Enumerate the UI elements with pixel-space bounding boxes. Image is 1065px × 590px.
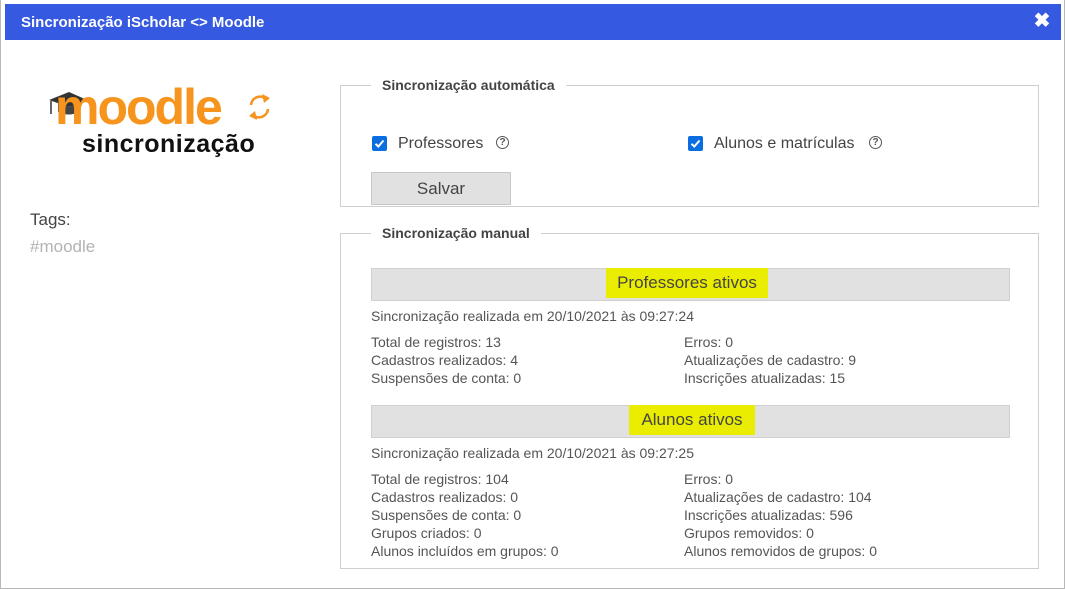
dialog-title: Sincronização iScholar <> Moodle	[21, 14, 265, 31]
help-icon[interactable]: ?	[496, 136, 509, 149]
students-sync-timestamp: Sincronização realizada em 20/10/2021 às…	[371, 445, 694, 461]
teachers-stat: Total de registros: 13	[371, 334, 501, 350]
students-stat: Erros: 0	[684, 471, 734, 487]
teachers-stat: Atualizações de cadastro: 9	[684, 352, 856, 368]
professores-label[interactable]: Professores	[398, 135, 483, 153]
help-icon[interactable]: ?	[869, 136, 882, 149]
dialog-titlebar: Sincronização iScholar <> Moodle ✖	[5, 4, 1061, 40]
manual-sync-legend: Sincronização manual	[382, 225, 530, 241]
students-stat: Grupos criados: 0	[371, 525, 482, 541]
alunos-matriculas-label[interactable]: Alunos e matrículas	[714, 135, 855, 153]
students-stat: Grupos removidos: 0	[684, 525, 814, 541]
teachers-stat: Cadastros realizados: 4	[371, 352, 519, 368]
students-stat: Alunos incluídos em grupos: 0	[371, 543, 559, 559]
students-stat: Alunos removidos de grupos: 0	[684, 543, 877, 559]
students-stat: Suspensões de conta: 0	[371, 507, 522, 523]
tag-moodle[interactable]: #moodle	[30, 237, 95, 257]
moodle-sync-logo: moodle sincronização	[47, 79, 279, 166]
sync-icon	[249, 94, 270, 120]
auto-sync-fieldset: Sincronização automática Professores ? A…	[340, 77, 1039, 207]
students-stat: Cadastros realizados: 0	[371, 489, 519, 505]
manual-sync-fieldset: Sincronização manual Professores ativos …	[340, 225, 1039, 569]
professores-checkbox[interactable]	[372, 136, 387, 151]
teachers-stat: Inscrições atualizadas: 15	[684, 370, 846, 386]
logo-sub-text: sincronização	[82, 130, 256, 158]
teachers-stat: Suspensões de conta: 0	[371, 370, 522, 386]
students-sync-button[interactable]: Alunos ativos	[371, 405, 1010, 438]
teachers-section-title: Professores ativos	[606, 268, 768, 298]
tags-label: Tags:	[30, 210, 71, 229]
auto-sync-legend: Sincronização automática	[382, 77, 555, 93]
students-stat: Total de registros: 104	[371, 471, 509, 487]
close-icon[interactable]: ✖	[1032, 11, 1052, 31]
students-section-title: Alunos ativos	[629, 405, 755, 435]
teachers-sync-timestamp: Sincronização realizada em 20/10/2021 às…	[371, 308, 694, 324]
save-button[interactable]: Salvar	[371, 172, 511, 205]
teachers-sync-button[interactable]: Professores ativos	[371, 268, 1010, 301]
students-stat: Atualizações de cadastro: 104	[684, 489, 872, 505]
sync-dialog: Sincronização iScholar <> Moodle ✖ moodl…	[0, 0, 1065, 589]
alunos-matriculas-checkbox[interactable]	[688, 136, 703, 151]
logo-main-text: moodle	[55, 79, 223, 135]
students-stat: Inscrições atualizadas: 596	[684, 507, 853, 523]
teachers-stat: Erros: 0	[684, 334, 734, 350]
